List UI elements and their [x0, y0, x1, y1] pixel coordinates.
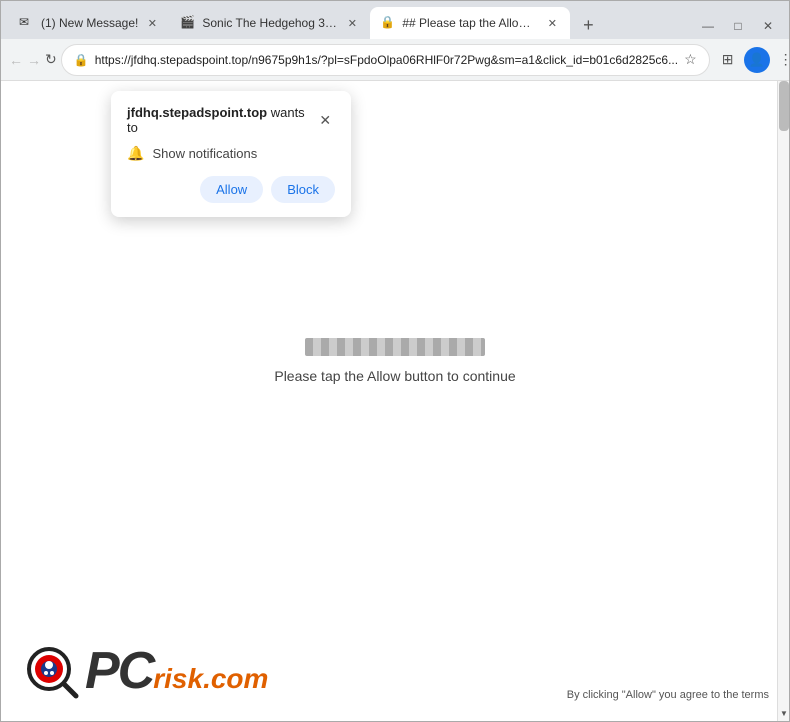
popup-permission: 🔔 Show notifications — [127, 145, 335, 162]
tab-3-favicon: 🔒 — [380, 15, 396, 31]
minimize-button[interactable]: — — [695, 17, 721, 35]
brand-pc: PC — [85, 645, 153, 697]
tab-3[interactable]: 🔒 ## Please tap the Allow button ✕ — [370, 7, 570, 39]
address-input[interactable]: 🔒 https://jfdhq.stepadspoint.top/n9675p9… — [61, 44, 710, 76]
window-controls: — □ ✕ — [695, 17, 781, 39]
tab-1-favicon: ✉ — [19, 15, 35, 31]
tab-3-close[interactable]: ✕ — [544, 15, 560, 31]
popup-buttons: Allow Block — [127, 176, 335, 203]
tab-2[interactable]: 🎬 Sonic The Hedgehog 3 (2024)... ✕ — [170, 7, 370, 39]
bookmark-icon[interactable]: ☆ — [684, 51, 697, 68]
terms-text: By clicking "Allow" you agree to the ter… — [567, 689, 769, 701]
secure-icon: 🔒 — [74, 53, 89, 67]
tab-3-title: ## Please tap the Allow button — [402, 16, 538, 30]
tab-2-favicon: 🎬 — [180, 15, 196, 31]
menu-icon[interactable]: ⋮ — [772, 46, 790, 74]
tab-2-title: Sonic The Hedgehog 3 (2024)... — [202, 16, 338, 30]
tab-1-title: (1) New Message! — [41, 16, 138, 30]
close-button[interactable]: ✕ — [755, 17, 781, 35]
block-button[interactable]: Block — [271, 176, 335, 203]
reload-button[interactable]: ↻ — [45, 46, 57, 74]
pcrisk-logo-svg — [21, 641, 81, 701]
scrollbar-thumb[interactable] — [779, 81, 789, 131]
url-text: https://jfdhq.stepadspoint.top/n9675p9h1… — [95, 53, 678, 67]
bottom-right-text: By clicking "Allow" you agree to the ter… — [567, 689, 769, 701]
forward-button[interactable]: → — [27, 46, 41, 74]
back-button[interactable]: ← — [9, 46, 23, 74]
brand-risk: risk.com — [153, 663, 268, 695]
notification-popup: jfdhq.stepadspoint.top wants to ✕ 🔔 Show… — [111, 91, 351, 217]
address-bar: ← → ↻ 🔒 https://jfdhq.stepadspoint.top/n… — [1, 39, 789, 81]
extensions-icon[interactable]: ⊞ — [714, 46, 742, 74]
browser-content: jfdhq.stepadspoint.top wants to ✕ 🔔 Show… — [1, 81, 789, 721]
browser-window: ✉ (1) New Message! ✕ 🎬 Sonic The Hedgeho… — [0, 0, 790, 722]
tab-1-close[interactable]: ✕ — [144, 15, 160, 31]
permission-text: Show notifications — [152, 146, 257, 161]
scrollbar-down[interactable]: ▼ — [778, 705, 789, 721]
tab-bar: ✉ (1) New Message! ✕ 🎬 Sonic The Hedgeho… — [1, 1, 789, 39]
maximize-button[interactable]: □ — [725, 17, 751, 35]
new-tab-button[interactable]: + — [574, 11, 602, 39]
tab-1[interactable]: ✉ (1) New Message! ✕ — [9, 7, 170, 39]
page-instruction: Please tap the Allow button to continue — [274, 368, 515, 384]
progress-bar — [305, 338, 485, 356]
allow-button[interactable]: Allow — [200, 176, 263, 203]
tab-2-close[interactable]: ✕ — [344, 15, 360, 31]
scrollbar[interactable]: ▲ ▼ — [777, 81, 789, 721]
brand-text: PC risk.com — [85, 645, 268, 697]
toolbar-icons: ⊞ 👤 ⋮ — [714, 46, 790, 74]
popup-title: jfdhq.stepadspoint.top wants to — [127, 105, 315, 135]
profile-icon[interactable]: 👤 — [744, 47, 770, 73]
popup-header: jfdhq.stepadspoint.top wants to ✕ — [127, 105, 335, 135]
brand-logo-area: PC risk.com — [21, 641, 268, 701]
popup-close-button[interactable]: ✕ — [315, 110, 335, 130]
bell-icon: 🔔 — [127, 145, 144, 162]
